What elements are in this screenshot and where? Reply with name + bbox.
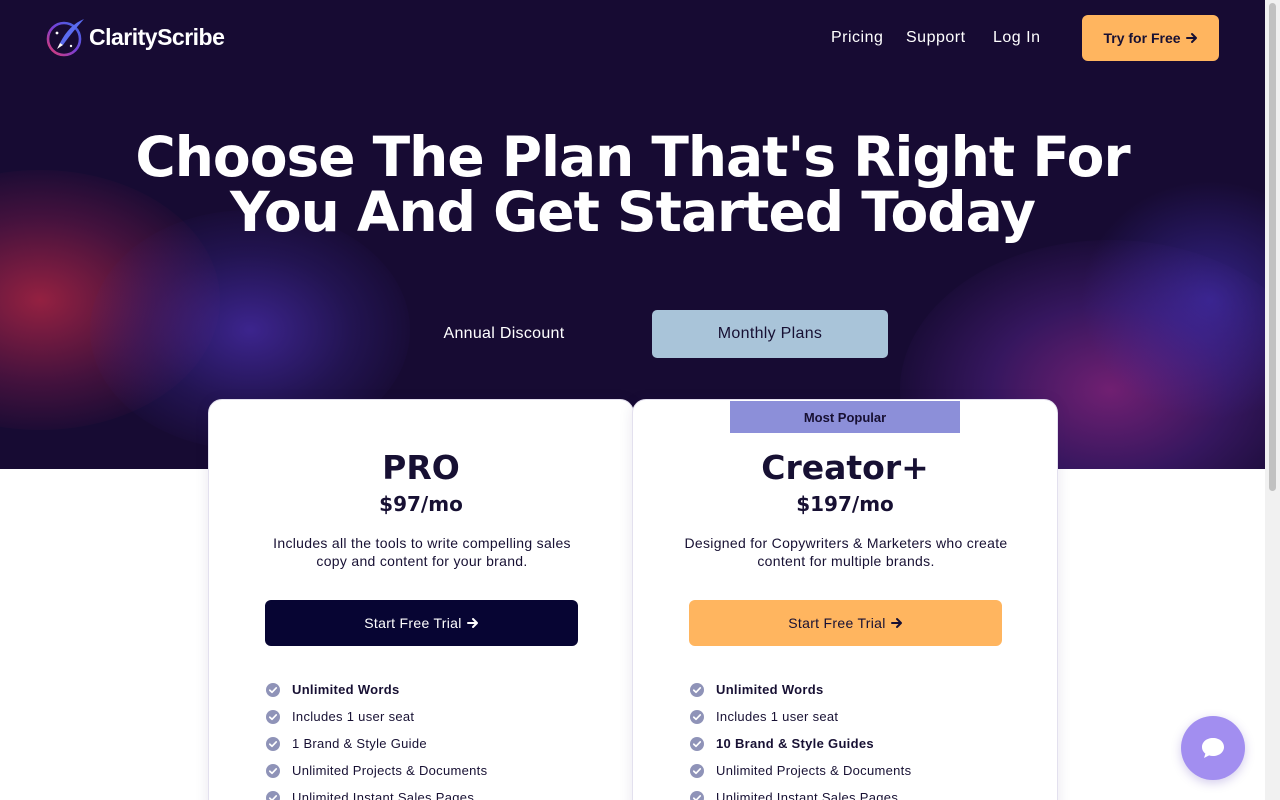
nav-link-login[interactable]: Log In [993, 29, 1040, 47]
feature-text: Unlimited Projects & Documents [716, 763, 912, 778]
feature-list: Unlimited Words Includes 1 user seat 1 B… [266, 676, 487, 800]
brand-logo-link[interactable]: ClarityScribe [46, 17, 225, 57]
plan-card-pro: PRO $97/mo Includes all the tools to wri… [208, 399, 634, 800]
feature-item: Includes 1 user seat [690, 703, 911, 730]
check-circle-icon [690, 709, 704, 724]
feature-item: Unlimited Projects & Documents [266, 757, 487, 784]
feature-item: 1 Brand & Style Guide [266, 730, 487, 757]
feature-text: Unlimited Words [292, 682, 400, 697]
annual-discount-toggle[interactable]: Annual Discount [404, 310, 604, 358]
nav-link-support[interactable]: Support [906, 29, 966, 47]
arrow-right-icon [1185, 33, 1197, 43]
feature-item: Unlimited Projects & Documents [690, 757, 911, 784]
feature-item: Unlimited Words [266, 676, 487, 703]
nav-link-pricing[interactable]: Pricing [831, 29, 883, 47]
plan-description: Designed for Copywriters & Marketers who… [684, 535, 1008, 569]
plan-card-creator-plus: Most Popular Creator+ $197/mo Designed f… [632, 399, 1058, 800]
top-navigation: ClarityScribe Pricing Support Log In Try… [0, 0, 1265, 80]
scrollbar-thumb[interactable] [1269, 3, 1276, 491]
monthly-plans-toggle[interactable]: Monthly Plans [652, 310, 888, 358]
start-free-trial-label: Start Free Trial [788, 615, 886, 631]
try-for-free-label: Try for Free [1103, 30, 1181, 46]
feature-text: Unlimited Words [716, 682, 824, 697]
plan-name: PRO [382, 448, 460, 487]
plan-price: $97/mo [379, 492, 463, 516]
most-popular-badge: Most Popular [730, 401, 960, 433]
check-circle-icon [690, 682, 704, 697]
start-free-trial-button-pro[interactable]: Start Free Trial [265, 600, 578, 646]
check-circle-icon [690, 763, 704, 778]
plan-name: Creator+ [761, 448, 929, 487]
feature-text: Includes 1 user seat [716, 709, 839, 724]
feature-text: Unlimited Projects & Documents [292, 763, 488, 778]
check-circle-icon [266, 790, 280, 800]
feature-list: Unlimited Words Includes 1 user seat 10 … [690, 676, 911, 800]
plan-description: Includes all the tools to write compelli… [273, 535, 571, 569]
arrow-right-icon [890, 618, 902, 628]
feature-text: 1 Brand & Style Guide [292, 736, 427, 751]
feature-text: Unlimited Instant Sales Pages [716, 790, 899, 800]
start-free-trial-label: Start Free Trial [364, 615, 462, 631]
feature-item: Unlimited Instant Sales Pages [266, 784, 487, 800]
quill-logo-icon [46, 19, 84, 57]
start-free-trial-button-creator-plus[interactable]: Start Free Trial [689, 600, 1002, 646]
page-title: Choose The Plan That's Right For You And… [60, 130, 1205, 240]
brand-name: ClarityScribe [89, 23, 225, 50]
feature-item: Includes 1 user seat [266, 703, 487, 730]
chat-bubble-icon [1202, 738, 1224, 758]
page-title-line-2: You And Get Started Today [230, 180, 1036, 244]
check-circle-icon [266, 763, 280, 778]
feature-item: 10 Brand & Style Guides [690, 730, 911, 757]
feature-item: Unlimited Words [690, 676, 911, 703]
try-for-free-button[interactable]: Try for Free [1082, 15, 1219, 61]
check-circle-icon [266, 682, 280, 697]
arrow-right-icon [466, 618, 478, 628]
feature-text: Includes 1 user seat [292, 709, 415, 724]
feature-item: Unlimited Instant Sales Pages [690, 784, 911, 800]
check-circle-icon [690, 736, 704, 751]
plan-price: $197/mo [796, 492, 894, 516]
feature-text: 10 Brand & Style Guides [716, 736, 874, 751]
check-circle-icon [266, 709, 280, 724]
check-circle-icon [266, 736, 280, 751]
page-scrollbar[interactable] [1265, 0, 1280, 800]
feature-text: Unlimited Instant Sales Pages [292, 790, 475, 800]
check-circle-icon [690, 790, 704, 800]
chat-widget-button[interactable] [1181, 716, 1245, 780]
